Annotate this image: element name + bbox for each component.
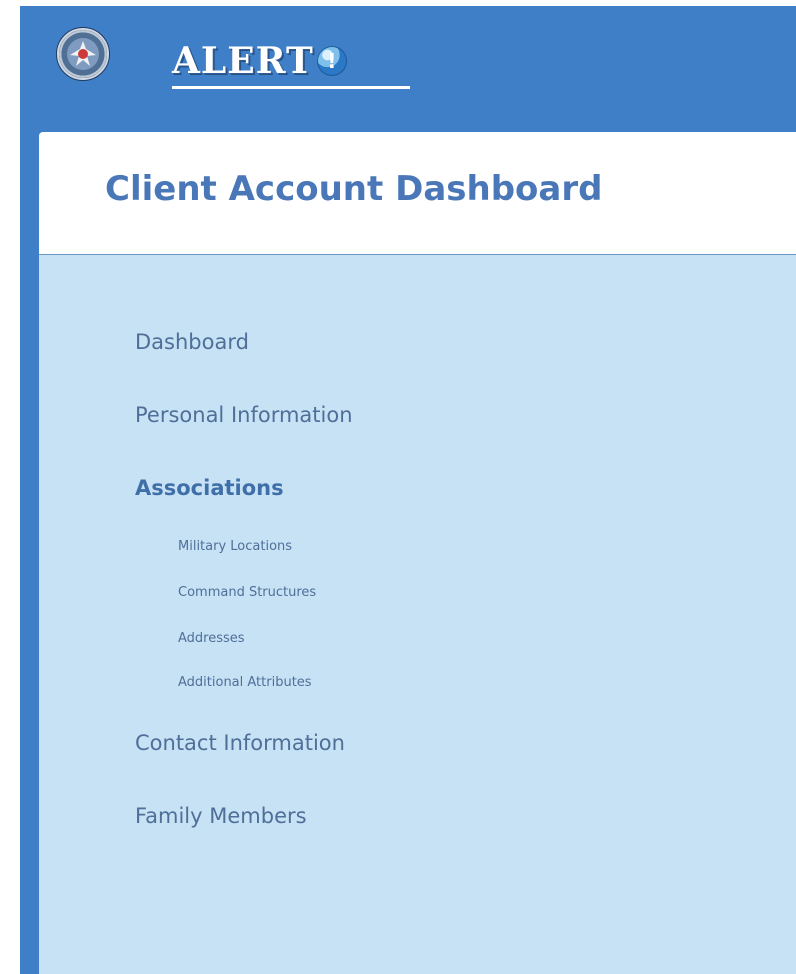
page-title: Client Account Dashboard xyxy=(105,169,603,209)
exclamation-bubble-icon: ! xyxy=(316,46,347,76)
logo-underline xyxy=(172,86,410,89)
subnav-item-military-locations[interactable]: Military Locations xyxy=(178,540,292,553)
app-frame: ALERT ! Client Account Dashboard Dashboa… xyxy=(20,6,796,974)
page-title-panel: Client Account Dashboard xyxy=(39,132,796,255)
subnav-item-command-structures[interactable]: Command Structures xyxy=(178,586,316,599)
department-seal-logo xyxy=(56,27,110,81)
header-bar: ALERT ! xyxy=(20,6,796,132)
nav-item-family-members[interactable]: Family Members xyxy=(135,806,307,827)
subnav-item-additional-attributes[interactable]: Additional Attributes xyxy=(178,676,312,689)
nav-item-personal-information[interactable]: Personal Information xyxy=(135,405,353,426)
subnav-item-addresses[interactable]: Addresses xyxy=(178,632,245,645)
nav-item-dashboard[interactable]: Dashboard xyxy=(135,332,249,353)
nav-item-associations[interactable]: Associations xyxy=(135,478,284,499)
nav-item-contact-information[interactable]: Contact Information xyxy=(135,733,345,754)
alert-logo: ALERT ! xyxy=(172,36,347,86)
brand-name: ALERT xyxy=(172,40,314,82)
sidebar-navigation: Dashboard Personal Information Associati… xyxy=(39,255,796,974)
